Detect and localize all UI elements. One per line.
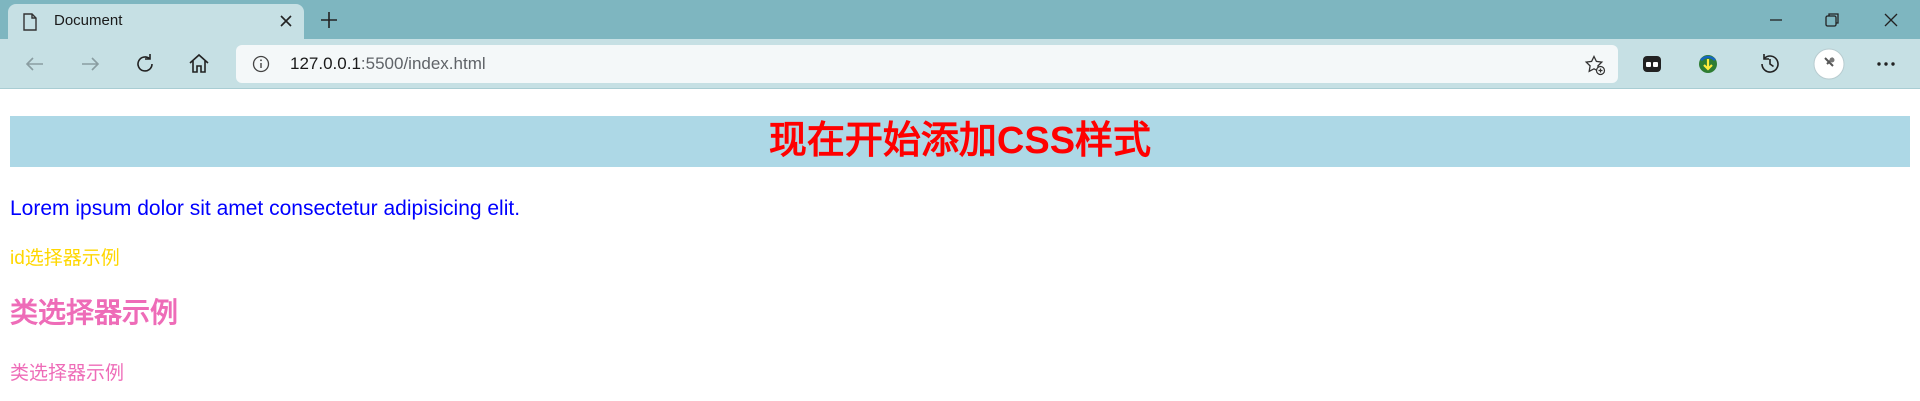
info-icon[interactable]: [252, 55, 270, 73]
home-icon[interactable]: [186, 51, 212, 77]
browser-titlebar: Document: [0, 0, 1920, 39]
restore-icon[interactable]: [1821, 9, 1843, 31]
new-tab-icon[interactable]: [318, 9, 340, 31]
url-text[interactable]: 127.0.0.1:5500/index.html: [290, 54, 486, 74]
tab-title: Document: [54, 12, 123, 29]
page-content: 现在开始添加CSS样式 Lorem ipsum dolor sit amet c…: [0, 90, 1920, 401]
url-host: 127.0.0.1: [290, 54, 361, 73]
close-tab-icon[interactable]: [278, 13, 294, 29]
back-arrow-icon[interactable]: [22, 51, 48, 77]
browser-toolbar: 127.0.0.1:5500/index.html: [0, 39, 1920, 89]
profile-avatar[interactable]: [1813, 48, 1845, 80]
download-manager-icon[interactable]: [1694, 50, 1722, 78]
tab-document[interactable]: Document: [8, 4, 304, 39]
lorem-paragraph: Lorem ipsum dolor sit amet consectetur a…: [10, 197, 521, 220]
id-selector-example: id选择器示例: [10, 248, 120, 269]
class-selector-heading: 类选择器示例: [10, 297, 179, 328]
add-favorite-icon[interactable]: [1584, 54, 1606, 76]
reload-icon[interactable]: [132, 51, 158, 77]
minimize-icon[interactable]: [1765, 9, 1787, 31]
class-selector-paragraph: 类选择器示例: [10, 363, 125, 384]
page-heading: 现在开始添加CSS样式: [10, 116, 1910, 167]
more-menu-icon[interactable]: [1872, 50, 1900, 78]
url-path: :5500/index.html: [360, 54, 486, 73]
window-close-icon[interactable]: [1880, 9, 1902, 31]
history-icon[interactable]: [1756, 50, 1784, 78]
forward-arrow-icon[interactable]: [77, 51, 103, 77]
extension-icon[interactable]: [1638, 50, 1666, 78]
document-icon: [22, 13, 38, 31]
address-bar[interactable]: 127.0.0.1:5500/index.html: [236, 45, 1618, 83]
